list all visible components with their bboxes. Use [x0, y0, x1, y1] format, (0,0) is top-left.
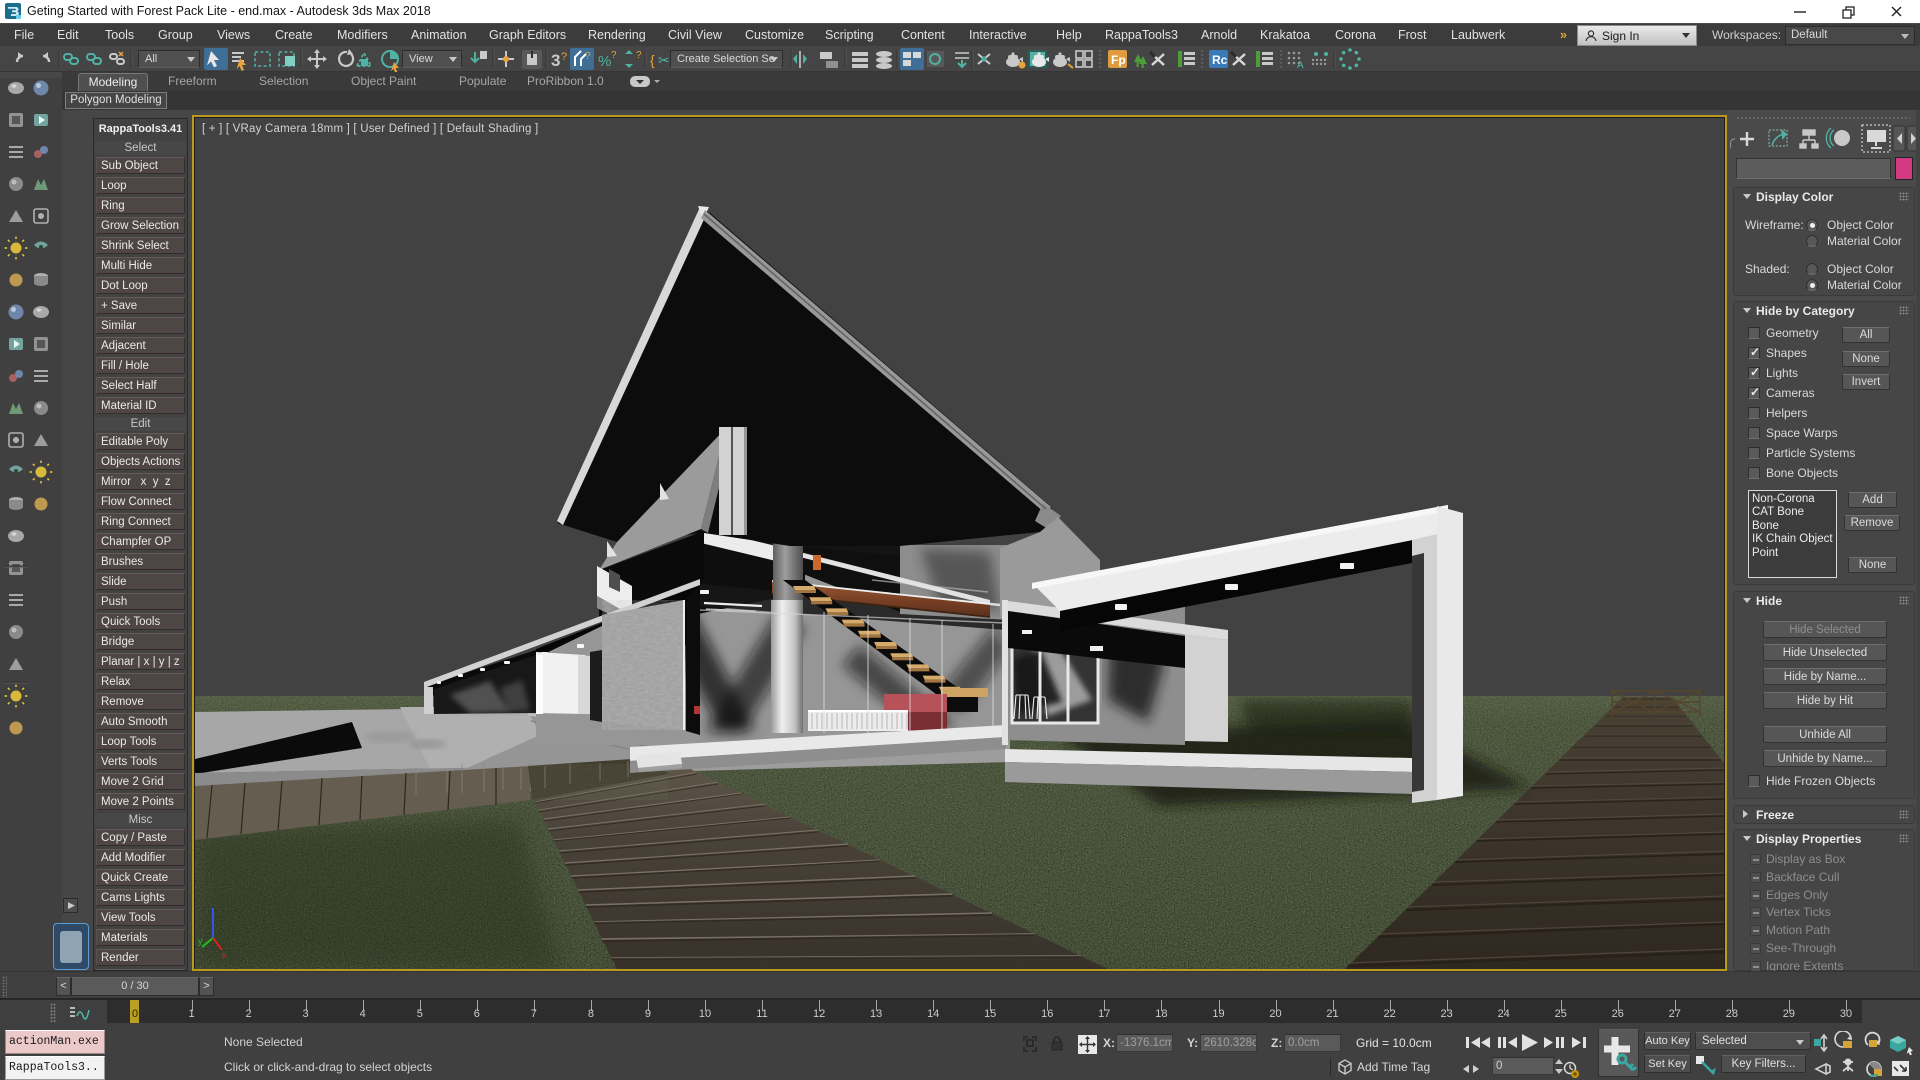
svg-text:Fp: Fp: [1111, 53, 1126, 67]
svg-text:?: ?: [561, 51, 567, 63]
svg-text:%: %: [598, 53, 611, 70]
svg-text:A: A: [1297, 60, 1304, 71]
svg-text:?: ?: [585, 51, 591, 62]
svg-text:3: 3: [551, 51, 560, 70]
svg-text:x: x: [222, 950, 227, 960]
svg-text:Rc: Rc: [1212, 53, 1228, 67]
svg-text:?: ?: [636, 50, 642, 61]
svg-text:{: {: [650, 52, 655, 68]
svg-text:✂: ✂: [658, 52, 670, 68]
svg-text:?: ?: [611, 50, 617, 61]
svg-text:y: y: [198, 936, 203, 946]
